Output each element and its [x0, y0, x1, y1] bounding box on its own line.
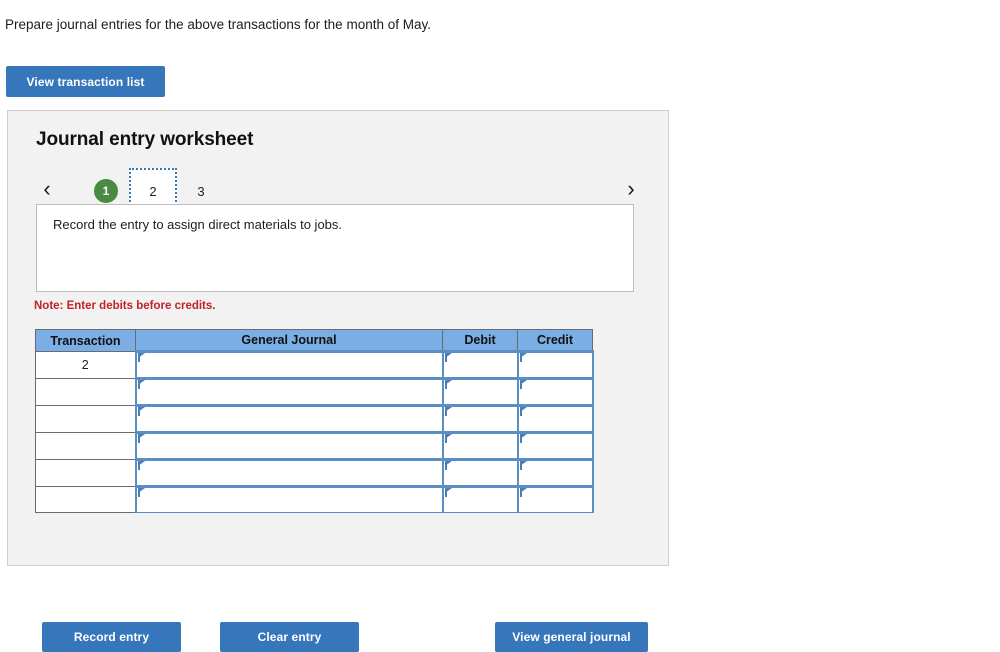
instruction-box: Record the entry to assign direct materi… [36, 204, 634, 292]
cell-marker-icon [519, 461, 528, 470]
cell-general-journal[interactable] [134, 350, 444, 379]
cell-credit[interactable] [516, 350, 594, 379]
debits-before-credits-note: Note: Enter debits before credits. [34, 300, 216, 312]
journal-entry-table: Transaction General Journal Debit Credit… [35, 329, 594, 513]
cell-marker-icon [519, 407, 528, 416]
cell-marker-icon [137, 407, 146, 416]
cell-marker-icon [519, 353, 528, 362]
record-entry-button[interactable]: Record entry [42, 622, 181, 652]
cell-credit[interactable] [516, 485, 594, 513]
view-general-journal-button[interactable]: View general journal [495, 622, 648, 652]
table-row [35, 458, 594, 487]
cell-transaction [35, 405, 136, 433]
cell-transaction [35, 459, 136, 487]
instruction-text: Record the entry to assign direct materi… [53, 217, 343, 232]
cell-marker-icon [137, 461, 146, 470]
table-header-row: Transaction General Journal Debit Credit [35, 329, 593, 352]
cell-general-journal[interactable] [134, 404, 444, 433]
cell-debit[interactable] [441, 350, 519, 379]
pager-tab-1-badge: 1 [94, 179, 118, 203]
column-header-general-journal: General Journal [135, 329, 443, 352]
column-header-debit: Debit [442, 329, 518, 352]
clear-entry-button[interactable]: Clear entry [220, 622, 359, 652]
cell-marker-icon [137, 488, 146, 497]
cell-marker-icon [444, 407, 453, 416]
cell-marker-icon [519, 488, 528, 497]
cell-marker-icon [137, 380, 146, 389]
cell-credit[interactable] [516, 377, 594, 406]
table-row [35, 377, 594, 406]
view-transaction-list-button[interactable]: View transaction list [6, 66, 165, 97]
cell-marker-icon [444, 353, 453, 362]
cell-credit[interactable] [516, 404, 594, 433]
cell-debit[interactable] [441, 458, 519, 487]
pager-next-icon[interactable]: › [620, 174, 642, 204]
column-header-transaction: Transaction [35, 329, 136, 352]
table-row [35, 485, 594, 513]
cell-general-journal[interactable] [134, 431, 444, 460]
pager-previous-icon[interactable]: ‹ [36, 174, 58, 204]
cell-marker-icon [137, 353, 146, 362]
cell-debit[interactable] [441, 485, 519, 513]
cell-credit[interactable] [516, 431, 594, 460]
cell-credit[interactable] [516, 458, 594, 487]
column-header-credit: Credit [517, 329, 593, 352]
cell-general-journal[interactable] [134, 377, 444, 406]
cell-debit[interactable] [441, 377, 519, 406]
cell-marker-icon [519, 380, 528, 389]
page-instruction-text: Prepare journal entries for the above tr… [5, 17, 431, 32]
cell-transaction [35, 486, 136, 513]
cell-marker-icon [444, 488, 453, 497]
cell-debit[interactable] [441, 431, 519, 460]
worksheet-title: Journal entry worksheet [36, 129, 254, 150]
cell-marker-icon [137, 434, 146, 443]
cell-transaction [35, 378, 136, 406]
table-row: 2 [35, 350, 594, 379]
table-row [35, 404, 594, 433]
cell-transaction: 2 [35, 351, 136, 379]
cell-marker-icon [519, 434, 528, 443]
journal-entry-worksheet-panel: Journal entry worksheet ‹ 1 2 3 › Record… [7, 110, 669, 652]
cell-marker-icon [444, 434, 453, 443]
cell-transaction [35, 432, 136, 460]
cell-general-journal[interactable] [134, 458, 444, 487]
cell-debit[interactable] [441, 404, 519, 433]
cell-general-journal[interactable] [134, 485, 444, 513]
cell-marker-icon [444, 461, 453, 470]
cell-marker-icon [444, 380, 453, 389]
table-row [35, 431, 594, 460]
